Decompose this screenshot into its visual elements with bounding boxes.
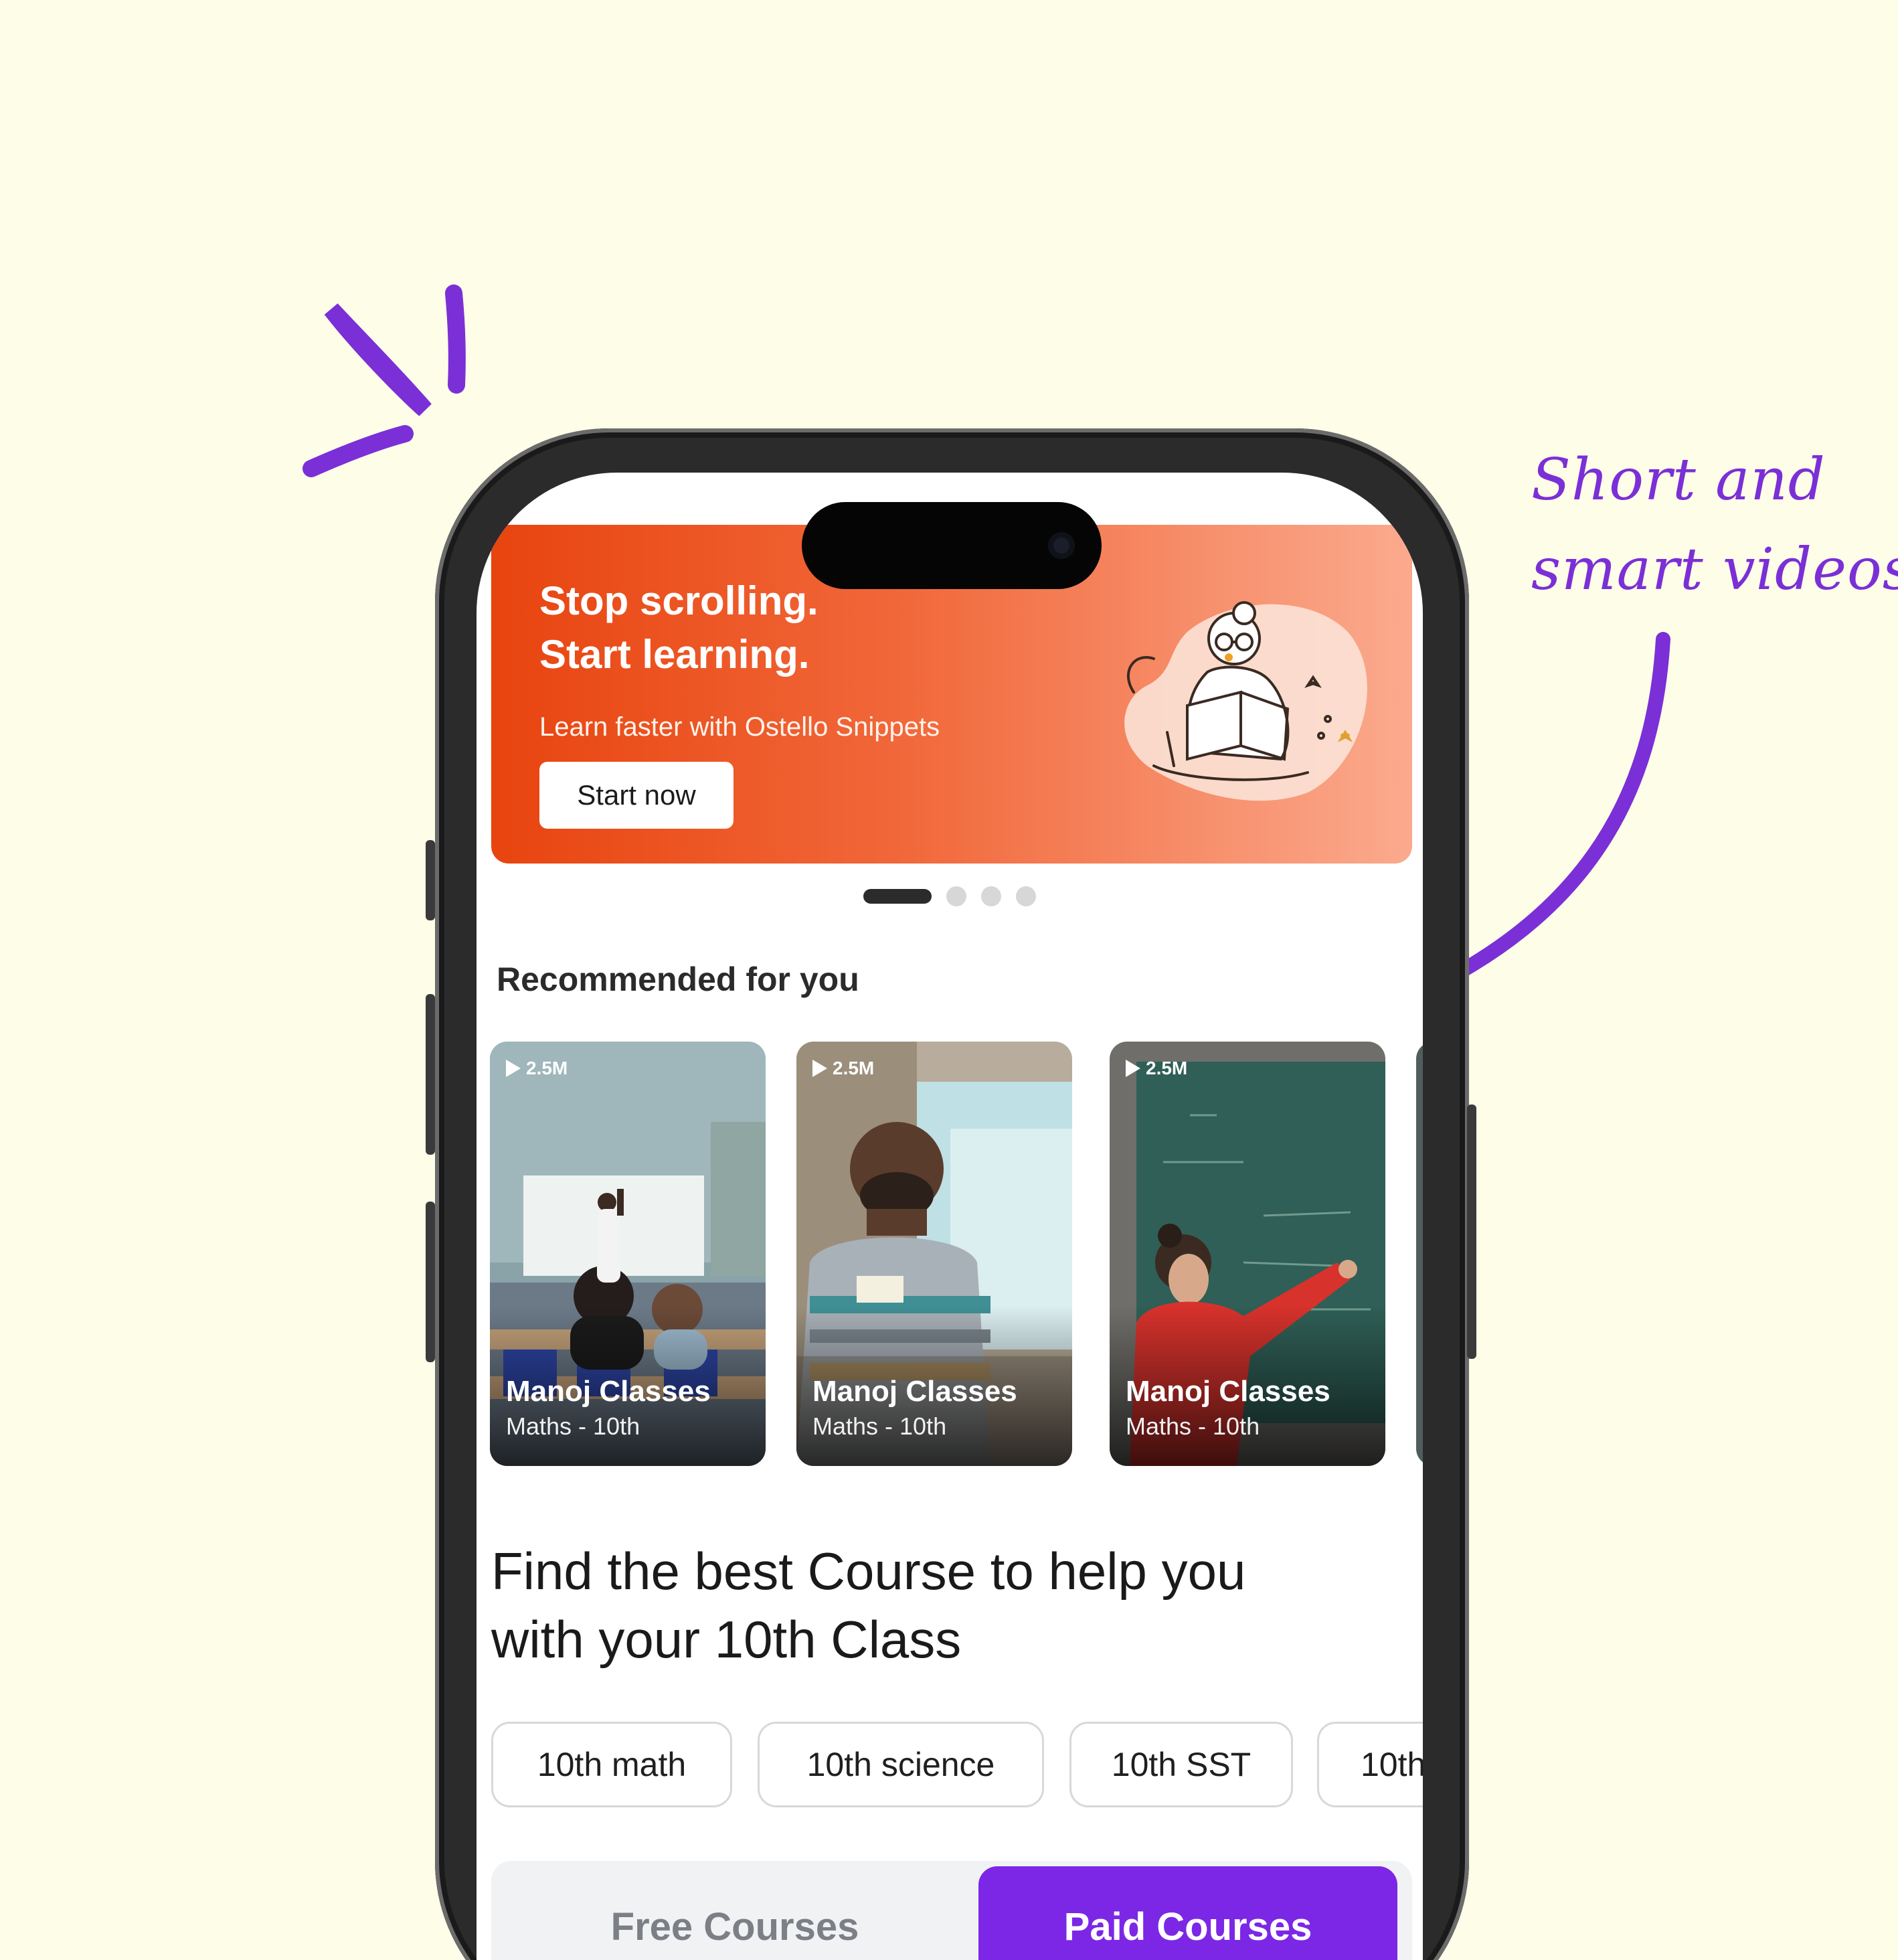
volume-down-button (426, 1202, 435, 1362)
reels-carousel[interactable]: 2.5M Manoj Classes Maths - 10th 2.5M Man… (490, 1042, 1423, 1470)
reel-channel-name: Manoj Classes (812, 1375, 1017, 1408)
courses-headline-line-1: Find the best Course to help you (491, 1542, 1246, 1601)
play-icon (812, 1060, 827, 1077)
banner-title-line-1: Stop scrolling. (539, 578, 818, 623)
course-type-toggle: Free Courses Paid Courses (491, 1861, 1412, 1960)
annotation-text: Short and smart videos (1531, 435, 1898, 615)
view-count: 2.5M (812, 1058, 874, 1079)
carousel-dot-1[interactable] (863, 889, 932, 904)
reel-channel-name: Manoj Classes (1126, 1375, 1330, 1408)
annotation-line-2: smart videos (1531, 536, 1898, 603)
chip-10th-sst[interactable]: 10th SST (1069, 1722, 1293, 1807)
chip-10th-science[interactable]: 10th science (758, 1722, 1044, 1807)
start-now-button[interactable]: Start now (539, 762, 734, 829)
reel-card[interactable]: 2.5M Manoj Classes Maths - 10th (796, 1042, 1072, 1466)
power-button (1467, 1105, 1476, 1359)
play-icon (1126, 1060, 1140, 1077)
recommended-title: Recommended for you (497, 961, 859, 998)
sparkle-icon (303, 284, 466, 477)
reel-card[interactable]: 2.5M Manoj Classes Maths - 10th (490, 1042, 766, 1466)
tab-free-courses[interactable]: Free Courses (501, 1866, 969, 1960)
banner-title-line-2: Start learning. (539, 632, 810, 677)
reel-card-peek[interactable] (1416, 1042, 1423, 1466)
tab-paid-courses[interactable]: Paid Courses (978, 1866, 1397, 1960)
reel-subject: Maths - 10th (812, 1412, 947, 1440)
view-count-label: 2.5M (526, 1058, 568, 1078)
reel-subject: Maths - 10th (1126, 1412, 1260, 1440)
chip-10th-more[interactable]: 10th (1317, 1722, 1423, 1807)
view-count: 2.5M (506, 1058, 568, 1079)
phone-screen: Stop scrolling. Start learning. Learn fa… (477, 473, 1423, 1960)
reading-girl-illustration-icon (1124, 601, 1367, 801)
courses-headline-line-2: with your 10th Class (491, 1610, 962, 1669)
view-count: 2.5M (1126, 1058, 1187, 1079)
course-filter-chips[interactable]: 10th math 10th science 10th SST 10th (491, 1722, 1423, 1811)
view-count-label: 2.5M (1146, 1058, 1188, 1078)
mute-switch (426, 840, 435, 920)
banner-subtitle: Learn faster with Ostello Snippets (539, 712, 940, 742)
carousel-dot-4[interactable] (1016, 886, 1036, 906)
chip-10th-math[interactable]: 10th math (491, 1722, 732, 1807)
play-icon (506, 1060, 521, 1077)
reel-subject: Maths - 10th (506, 1412, 640, 1440)
carousel-dot-3[interactable] (981, 886, 1001, 906)
carousel-indicator[interactable] (863, 886, 1036, 906)
reel-card[interactable]: 2.5M Manoj Classes Maths - 10th (1110, 1042, 1385, 1466)
volume-up-button (426, 994, 435, 1155)
camera-icon (1048, 532, 1075, 559)
carousel-dot-2[interactable] (946, 886, 966, 906)
reel-channel-name: Manoj Classes (506, 1375, 711, 1408)
page-background: Short and smart videos Stop scrolling. S… (0, 0, 1898, 1960)
dynamic-island (802, 502, 1102, 589)
view-count-label: 2.5M (833, 1058, 875, 1078)
banner-title: Stop scrolling. Start learning. (539, 574, 818, 681)
annotation-line-1: Short and (1531, 446, 1826, 513)
courses-headline: Find the best Course to help you with yo… (491, 1537, 1415, 1673)
